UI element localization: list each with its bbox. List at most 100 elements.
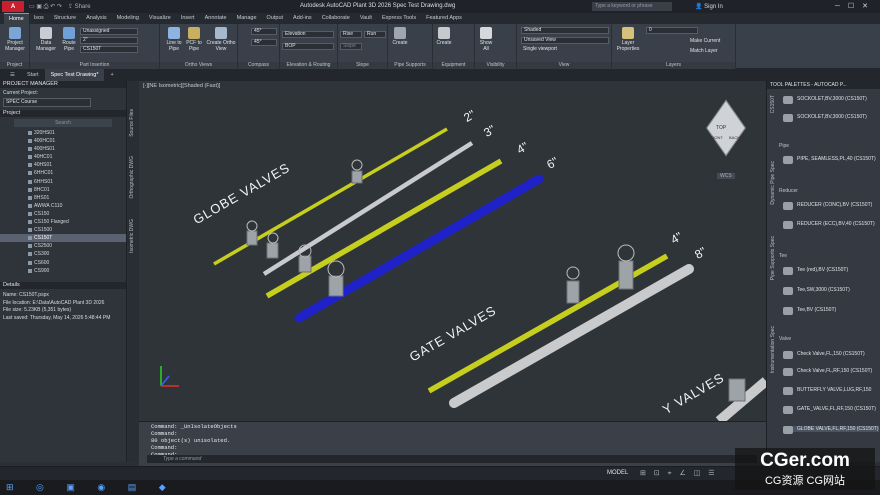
pipe-3in-globe[interactable] xyxy=(262,141,474,276)
tree-item[interactable]: CS900 xyxy=(0,267,126,275)
tree-item[interactable]: AWWA C110 xyxy=(0,202,126,210)
doc-tab-drawing[interactable]: Spec Test Drawing* xyxy=(44,69,105,81)
app-menu-button[interactable]: A xyxy=(2,1,24,12)
palette-tab[interactable]: CS150T xyxy=(770,95,776,113)
pipe-6in-globe[interactable] xyxy=(294,174,544,323)
layer-properties-button[interactable]: Layer Properties xyxy=(614,27,642,52)
palette-tab[interactable]: Pipe Supports Spec xyxy=(770,236,776,280)
route-pipe-button[interactable]: Route Pipe xyxy=(60,27,78,52)
tree-item[interactable]: 8HS01 xyxy=(0,194,126,202)
run-input[interactable]: Run xyxy=(364,31,386,38)
ribbon-tab-vault[interactable]: Vault xyxy=(355,13,377,24)
palette-item[interactable]: BUTTERFLY VALVE,LUG,RF,150 xyxy=(783,387,879,395)
ribbon-tab-structure[interactable]: Structure xyxy=(49,13,81,24)
tab-orthographic-dwg[interactable]: Orthographic DWG xyxy=(129,156,135,199)
tree-item[interactable]: 400HC01 xyxy=(0,137,126,145)
compass-angle-1[interactable]: 45° xyxy=(251,28,277,35)
command-input[interactable]: Type a command xyxy=(147,455,757,463)
show-all-button[interactable]: Show All xyxy=(477,27,495,52)
model-space-button[interactable]: MODEL xyxy=(607,470,628,476)
palette-item[interactable]: GLOBE VALVE,FL,RF,150 (CS150T) xyxy=(783,426,879,434)
saved-view-combo[interactable]: Unsaved View xyxy=(521,37,609,44)
tree-item[interactable]: 400HS01 xyxy=(0,145,126,153)
palette-tab[interactable]: Dynamic Pipe Spec xyxy=(770,161,776,205)
project-manager-button[interactable]: Project Manager xyxy=(2,27,28,52)
ribbon-tab-isos[interactable]: Isos xyxy=(29,13,49,24)
search-input[interactable]: Type a keyword or phrase xyxy=(592,2,672,11)
tree-item[interactable]: CS150T xyxy=(0,234,126,243)
create-ortho-view-button[interactable]: Create Ortho View xyxy=(206,27,236,52)
tree-item[interactable]: CS600 xyxy=(0,259,126,267)
ribbon-tab-featured-apps[interactable]: Featured Apps xyxy=(421,13,467,24)
current-project-combo[interactable]: SPEC Course xyxy=(3,98,91,107)
tab-isometric-dwg[interactable]: Isometric DWG xyxy=(129,219,135,253)
share-button[interactable]: ⇪ Share xyxy=(68,3,91,10)
pcf-to-pipe-button[interactable]: PCF to Pipe xyxy=(185,27,203,52)
match-layer-button[interactable]: Match Layer xyxy=(690,48,734,54)
tree-item[interactable]: CS150 xyxy=(0,210,126,218)
line-number-combo[interactable]: Unassigned xyxy=(80,28,138,35)
slope-input[interactable]: Slope xyxy=(340,43,362,50)
make-current-button[interactable]: Make Current xyxy=(690,38,734,44)
ribbon-tab-analysis[interactable]: Analysis xyxy=(81,13,111,24)
tree-item[interactable]: CS1500 xyxy=(0,226,126,234)
palette-item[interactable]: Check Valve,FL,150 (CS150T) xyxy=(783,351,879,359)
tree-item[interactable]: 6HHC01 xyxy=(0,169,126,177)
palette-item[interactable]: REDUCER (ECC),BV,40 (CS150T) xyxy=(783,221,879,229)
ribbon-tab-collaborate[interactable]: Collaborate xyxy=(317,13,355,24)
tree-item[interactable]: 320HS01 xyxy=(0,129,126,137)
ribbon-tab-modeling[interactable]: Modeling xyxy=(112,13,144,24)
project-search-input[interactable]: Search xyxy=(14,119,112,127)
ribbon-tab-add-ins[interactable]: Add-ins xyxy=(288,13,317,24)
palette-item[interactable]: SOCKOLET,BV,3000 (CS150T) xyxy=(783,114,879,122)
ribbon-tab-express-tools[interactable]: Express Tools xyxy=(377,13,421,24)
tab-source-files[interactable]: Source Files xyxy=(129,109,135,137)
taskbar-icons[interactable]: ⊞ ◎ ▣ ◉ ▤ ◆ xyxy=(6,482,176,493)
palette-item[interactable]: Check Valve,FL,RF,150 (CS150T) xyxy=(783,368,879,376)
tree-item[interactable]: CS150 Flanged xyxy=(0,218,126,226)
ribbon-tab-output[interactable]: Output xyxy=(262,13,289,24)
elevation-input[interactable]: Elevation xyxy=(282,31,334,38)
palette-item[interactable]: PIPE, SEAMLESS,PL,40 (CS150T) xyxy=(783,156,879,164)
pipe-size-combo[interactable]: 2" xyxy=(80,37,138,44)
tree-item[interactable]: CS2500 xyxy=(0,242,126,250)
ribbon-tab-visualize[interactable]: Visualize xyxy=(144,13,176,24)
layer-combo[interactable]: 0 xyxy=(646,27,698,34)
add-tab-icon[interactable]: + xyxy=(104,69,119,81)
visual-style-combo[interactable]: Shaded xyxy=(521,27,609,34)
tree-item[interactable]: 6HHS01 xyxy=(0,178,126,186)
line-to-pipe-button[interactable]: Line to Pipe xyxy=(163,27,185,52)
pipe-4in-globe[interactable] xyxy=(265,158,503,299)
viewport-config[interactable]: Single viewport xyxy=(521,47,609,54)
quick-access-toolbar[interactable]: ▭ ▣ ⎙ ↶ ↷ xyxy=(29,3,62,11)
ribbon-tab-manage[interactable]: Manage xyxy=(232,13,262,24)
palette-item[interactable]: Tee (red),BV (CS150T) xyxy=(783,267,879,275)
palette-item[interactable]: REDUCER (CONC),BV (CS150T) xyxy=(783,202,879,210)
ribbon-tab-home[interactable]: Home xyxy=(4,13,29,24)
wcs-button[interactable]: WCS xyxy=(717,173,735,179)
palette-item[interactable]: Tee,SW,3000 (CS150T) xyxy=(783,287,879,295)
rise-input[interactable]: Rise xyxy=(340,31,362,38)
create-support-button[interactable]: Create xyxy=(390,27,410,46)
palette-tab[interactable]: Instrumentation Spec xyxy=(770,326,776,373)
tree-item[interactable]: 40HC01 xyxy=(0,153,126,161)
doc-tab-start[interactable]: Start xyxy=(21,69,45,81)
tree-item[interactable]: CS300 xyxy=(0,250,126,258)
sign-in-button[interactable]: 👤 Sign In xyxy=(695,3,723,10)
ribbon-tab-annotate[interactable]: Annotate xyxy=(200,13,232,24)
status-tools[interactable]: ⊞ ⊡ ⌖ ∠ ◫ ☰ xyxy=(640,469,718,478)
tree-item[interactable]: 8HC01 xyxy=(0,186,126,194)
data-manager-button[interactable]: Data Manager xyxy=(34,27,58,52)
ribbon-tab-insert[interactable]: Insert xyxy=(176,13,200,24)
tree-item[interactable]: 40HS01 xyxy=(0,161,126,169)
spec-combo[interactable]: CS150T xyxy=(80,46,138,53)
create-equipment-button[interactable]: Create xyxy=(434,27,454,46)
palette-item[interactable]: Tee,BV (CS150T) xyxy=(783,307,879,315)
drawing-viewport[interactable]: [-][NE Isometric][Shaded (Fast)] GLOBE V… xyxy=(139,81,766,421)
compass-angle-2[interactable]: 45° xyxy=(251,39,277,46)
window-controls[interactable]: ─☐✕ xyxy=(835,2,876,10)
menu-icon[interactable]: ☰ xyxy=(4,69,21,81)
bop-combo[interactable]: BOP xyxy=(282,43,334,50)
palette-item[interactable]: GATE_VALVE,FL,RF,150 (CS150T) xyxy=(783,406,879,414)
palette-item[interactable]: SOCKOLET,BV,3000 (CS150T) xyxy=(783,96,879,104)
